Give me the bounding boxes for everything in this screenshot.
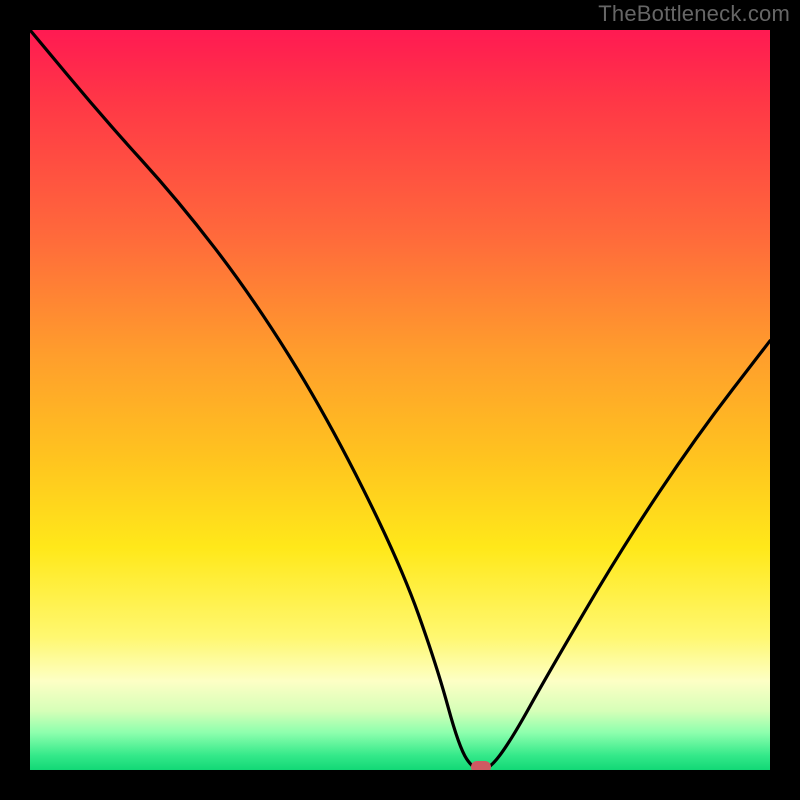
plot-area: [30, 30, 770, 770]
bottleneck-curve: [30, 30, 770, 770]
watermark-text: TheBottleneck.com: [598, 1, 790, 27]
chart-frame: TheBottleneck.com: [0, 0, 800, 800]
optimal-marker: [471, 761, 491, 770]
curve-path: [30, 30, 770, 770]
